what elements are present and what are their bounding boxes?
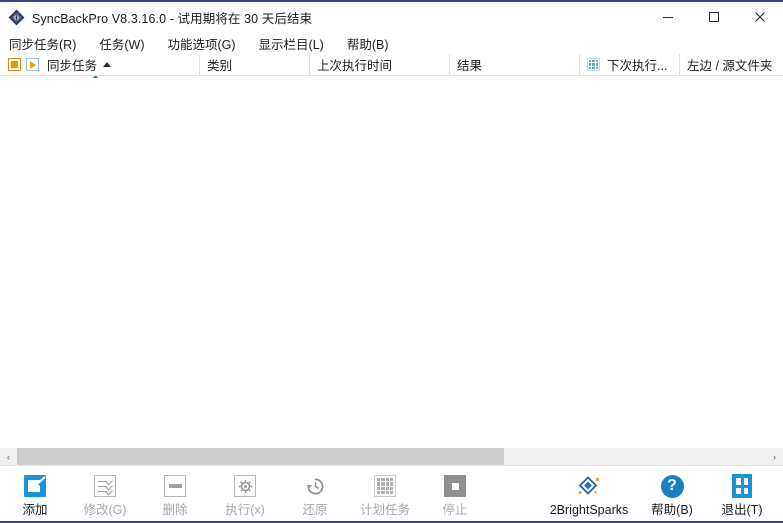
run-button-label: 执行(x) [225,503,265,517]
help-button[interactable]: ? 帮助(B) [637,471,707,517]
title-bar: SyncBackPro V8.3.16.0 - 试用期将在 30 天后结束 [0,2,783,32]
menu-item-help[interactable]: 帮助(B) [345,33,398,54]
column-label-category: 类别 [207,59,233,73]
brightsparks-button-label: 2BrightSparks [549,503,629,517]
exit-button[interactable]: 退出(T) [707,471,777,517]
restore-button-label: 还原 [302,503,328,517]
run-button[interactable]: 执行(x) [210,471,280,517]
column-header-last-run[interactable]: 上次执行时间 [310,54,450,75]
horizontal-scrollbar[interactable]: ‹ › [0,448,783,465]
stop-button[interactable]: 停止 [420,471,490,517]
toolbar-right-group: 2BrightSparks ? 帮助(B) 退出(T) [541,471,783,517]
add-task-icon [24,475,46,497]
delete-button[interactable]: 删除 [140,471,210,517]
run-gear-icon [234,475,256,497]
menu-item-tasks[interactable]: 任务(W) [97,33,153,54]
help-question-icon: ? [660,474,684,498]
column-header-icons [8,58,39,71]
delete-button-label: 删除 [162,503,188,517]
scrollbar-thumb[interactable] [17,448,504,465]
maximize-button[interactable] [691,2,737,32]
schedule-grid-icon [374,475,396,497]
stop-square-icon [444,475,466,497]
scrollbar-track[interactable] [17,448,766,465]
column-header-sync-task[interactable]: 同步任务 [0,54,200,75]
add-button-label: 添加 [22,503,48,517]
syncbackpro-window: SyncBackPro V8.3.16.0 - 试用期将在 30 天后结束 同步… [0,0,783,523]
minimize-icon [663,17,673,18]
column-label-last-run: 上次执行时间 [317,59,393,73]
window-title: SyncBackPro V8.3.16.0 - 试用期将在 30 天后结束 [32,11,313,26]
window-controls [645,2,783,32]
brightsparks-button[interactable]: 2BrightSparks [541,471,637,517]
toolbar-left-group: 添加 修改(G) 删除 执行(x) 还原 计划任务 停止 [0,471,490,517]
scroll-right-arrow-icon[interactable]: › [766,448,783,465]
column-header-source-folder[interactable]: 左边 / 源文件夹 [680,54,783,75]
delete-task-icon [164,475,186,497]
maximize-icon [709,12,719,22]
menu-item-columns[interactable]: 显示栏目(L) [257,33,333,54]
compass-diamond-icon [8,9,25,26]
scroll-left-arrow-icon[interactable]: ‹ [0,448,17,465]
modify-button-label: 修改(G) [83,503,127,517]
column-label-source-folder: 左边 / 源文件夹 [687,59,773,73]
column-header-row: 同步任务 类别 上次执行时间 结果 下次执行... 左边 / 源文件夹 [0,54,783,76]
close-button[interactable] [737,2,783,32]
menu-item-options[interactable]: 功能选项(G) [165,33,244,54]
exit-door-icon [732,474,752,498]
orange-play-icon [26,58,39,71]
brightsparks-diamond-icon [576,474,602,498]
help-button-label: 帮助(B) [651,503,693,517]
close-icon [755,12,765,22]
menu-item-sync-tasks[interactable]: 同步任务(R) [7,33,85,54]
modify-button[interactable]: 修改(G) [70,471,140,517]
column-header-result[interactable]: 结果 [450,54,580,75]
exit-button-label: 退出(T) [721,503,763,517]
column-label-next-run: 下次执行... [607,59,668,73]
sort-ascending-icon [103,62,112,67]
schedule-button-label: 计划任务 [359,503,410,517]
blue-grid-icon [587,58,600,71]
schedule-button[interactable]: 计划任务 [350,471,420,517]
bottom-toolbar: 添加 修改(G) 删除 执行(x) 还原 计划任务 停止 2BrightSpar… [0,465,783,523]
add-button[interactable]: 添加 [0,471,70,517]
column-label-sync-task: 同步任务 [47,59,98,73]
menu-bar: 同步任务(R) 任务(W) 功能选项(G) 显示栏目(L) 帮助(B) [0,32,783,54]
stop-button-label: 停止 [442,503,468,517]
column-header-category[interactable]: 类别 [200,54,310,75]
edit-task-icon [94,475,116,497]
column-header-next-run[interactable]: 下次执行... [580,54,680,75]
orange-square-icon [8,58,21,71]
column-label-result: 结果 [457,59,483,73]
task-list-area[interactable] [0,76,783,448]
minimize-button[interactable] [645,2,691,32]
restore-button[interactable]: 还原 [280,471,350,517]
restore-clock-icon [304,475,326,497]
